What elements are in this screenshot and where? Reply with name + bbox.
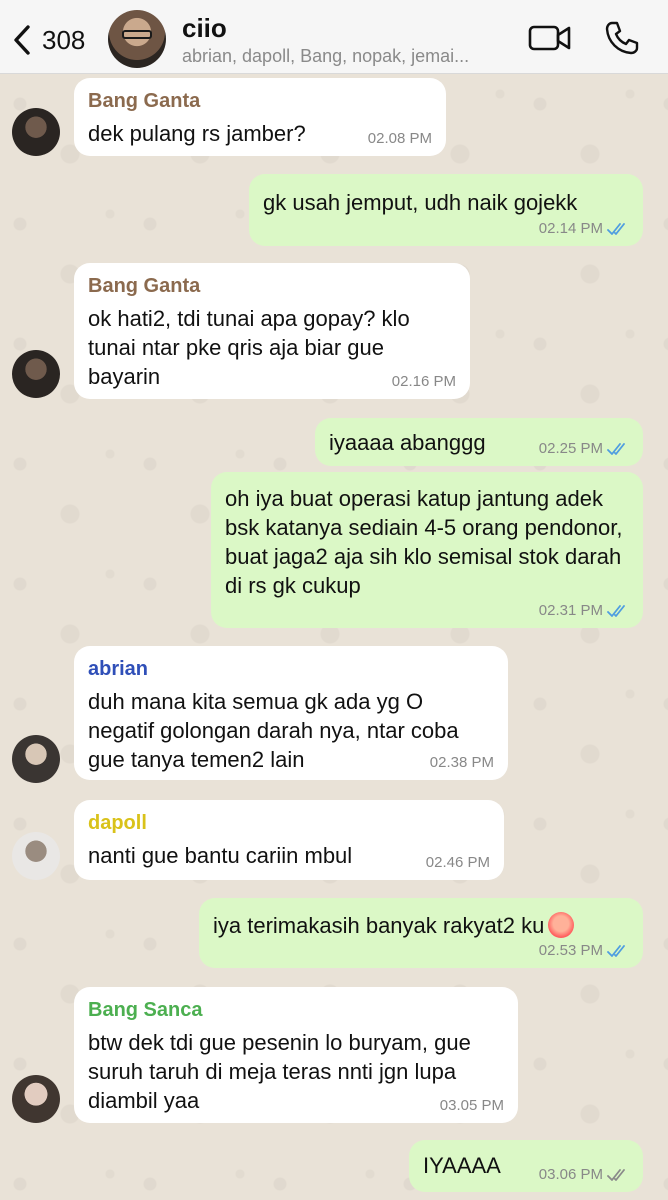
message-bubble-outgoing[interactable]: oh iya buat operasi katup jantung adek b… [211,472,643,628]
message-time: 02.08 PM [367,130,432,147]
group-members[interactable]: abrian, dapoll, Bang, nopak, jemai... [182,46,522,67]
message-time: 03.05 PM [439,1097,504,1114]
sender-name: abrian [88,658,149,680]
message-bubble-outgoing[interactable]: gk usah jemput, udh naik gojekk 02.14 PM [249,174,643,246]
avatar[interactable] [12,108,60,156]
read-receipt-icon [607,604,625,617]
read-receipt-icon [607,442,625,455]
read-receipt-icon [607,222,625,235]
sender-name: Bang Ganta [88,90,201,112]
message-text: duh mana kita semua gk ada yg O negatif … [88,689,459,772]
group-avatar[interactable] [108,10,166,68]
message-text: iya terimakasih banyak rakyat2 ku [213,913,545,938]
message-time: 02.31 PM [538,602,603,619]
read-receipt-icon [607,944,625,957]
avatar[interactable] [12,350,60,398]
message-bubble-incoming[interactable]: Bang Ganta dek pulang rs jamber? 02.08 P… [74,78,446,156]
avatar[interactable] [12,1075,60,1123]
video-call-icon[interactable] [528,22,572,54]
message-time: 02.53 PM [538,942,603,959]
message-bubble-incoming[interactable]: abrian duh mana kita semua gk ada yg O n… [74,646,508,780]
sender-name: dapoll [88,812,147,834]
message-text: oh iya buat operasi katup jantung adek b… [225,486,623,598]
phone-call-icon[interactable] [604,20,640,56]
hot-face-emoji [548,912,575,938]
message-bubble-outgoing[interactable]: iyaaaa abanggg 02.25 PM [315,418,643,466]
delivered-receipt-icon [607,1168,625,1181]
unread-count: 308 [42,24,86,55]
chat-header: 308 ciio abrian, dapoll, Bang, nopak, je… [0,0,668,74]
message-bubble-incoming[interactable]: dapoll nanti gue bantu cariin mbul 02.46… [74,800,504,880]
message-text: ok hati2, tdi tunai apa gopay? klo tunai… [88,306,410,389]
message-bubble-outgoing[interactable]: IYAAAA 03.06 PM [409,1140,643,1192]
message-time: 02.16 PM [391,373,456,390]
back-button[interactable]: 308 [10,20,85,60]
message-time: 02.25 PM [538,440,603,457]
avatar[interactable] [12,832,60,880]
message-time: 03.06 PM [538,1166,603,1183]
message-time: 02.38 PM [429,754,494,771]
message-time: 02.46 PM [425,854,490,871]
sender-name: Bang Ganta [88,275,201,297]
message-bubble-incoming[interactable]: Bang Ganta ok hati2, tdi tunai apa gopay… [74,263,470,399]
sender-name: Bang Sanca [88,999,203,1021]
message-bubble-outgoing[interactable]: iya terimakasih banyak rakyat2 ku 02.53 … [199,898,643,968]
group-title[interactable]: ciio [182,13,227,44]
message-time: 02.14 PM [538,220,603,237]
chevron-left-icon [14,25,30,55]
message-bubble-incoming[interactable]: Bang Sanca btw dek tdi gue pesenin lo bu… [74,987,518,1123]
message-text: gk usah jemput, udh naik gojekk [263,190,578,215]
avatar[interactable] [12,735,60,783]
